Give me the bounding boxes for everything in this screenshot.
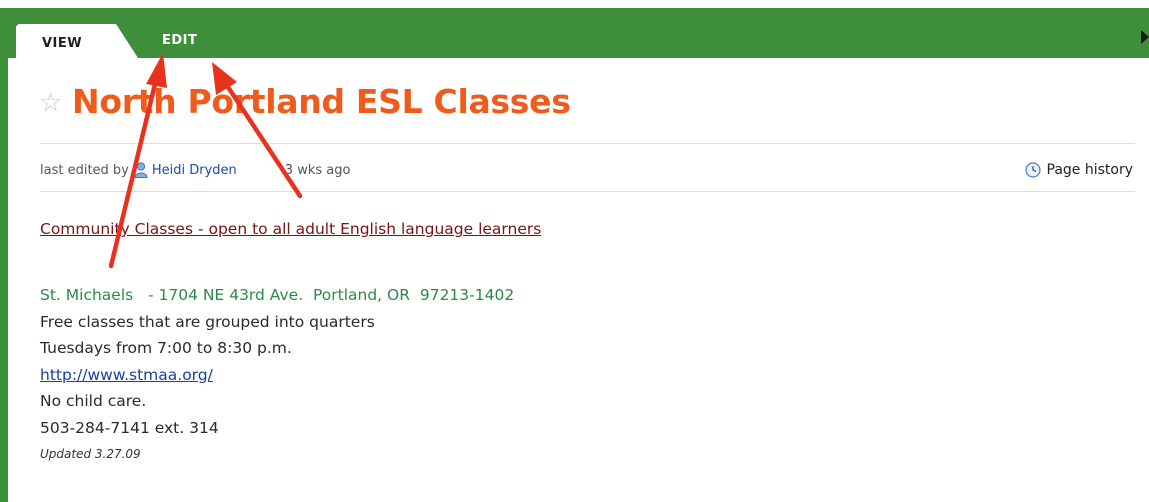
tab-view-label[interactable]: VIEW (42, 36, 82, 51)
page-content: Community Classes - open to all adult En… (40, 216, 1120, 467)
content-line-schedule: Tuesdays from 7:00 to 8:30 p.m. (40, 339, 292, 357)
meta-time: 3 wks ago (284, 162, 351, 178)
address-line: St. Michaels - 1704 NE 43rd Ave. Portlan… (40, 286, 515, 304)
page-title: North Portland ESL Classes (72, 82, 571, 121)
star-icon[interactable]: ☆ (39, 90, 62, 116)
page-history-link[interactable]: Page history (1024, 160, 1134, 180)
content-line-quarters: Free classes that are grouped into quart… (40, 312, 375, 331)
content-line-phone: 503-284-7141 ext. 314 (40, 418, 219, 437)
divider-top (40, 143, 1135, 144)
content-line-childcare: No child care. (40, 392, 147, 410)
editor-link[interactable]: Heidi Dryden (152, 163, 237, 178)
user-icon (134, 162, 148, 178)
scroll-right-icon[interactable] (1141, 30, 1149, 44)
left-border (0, 8, 8, 502)
website-link[interactable]: http://www.stmaa.org/ (40, 366, 213, 384)
page-history-label[interactable]: Page history (1047, 162, 1134, 178)
tab-edit[interactable]: EDIT (162, 33, 197, 48)
updated-note: Updated 3.27.09 (40, 447, 141, 461)
clock-icon (1024, 162, 1041, 178)
section-heading-link[interactable]: Community Classes - open to all adult En… (40, 216, 1120, 242)
page-meta: last edited by Heidi Dryden 3 wks ago (40, 160, 350, 180)
divider-bottom (40, 191, 1135, 192)
meta-prefix: last edited by (40, 162, 129, 178)
